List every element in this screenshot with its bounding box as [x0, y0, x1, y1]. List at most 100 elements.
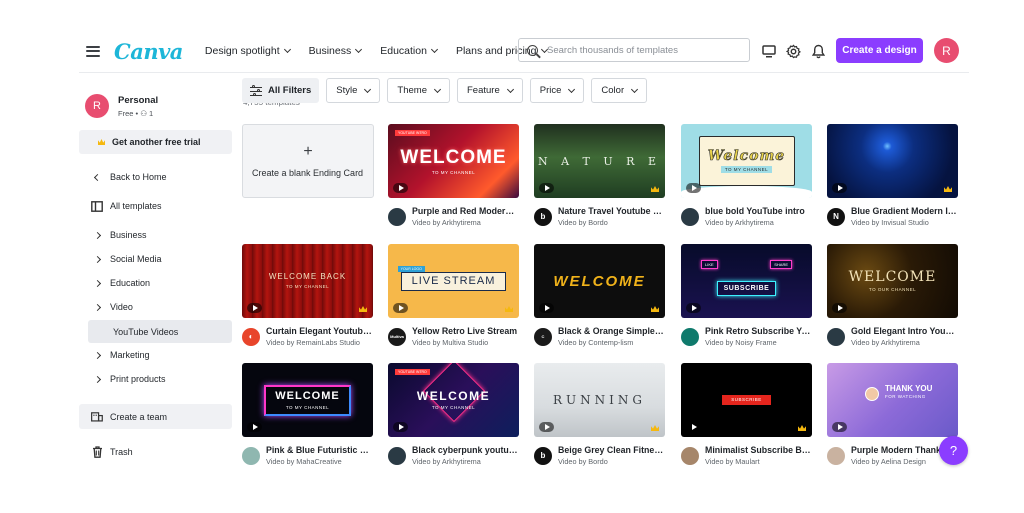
filter-price[interactable]: Price: [529, 78, 585, 103]
pro-crown-icon: [651, 425, 659, 431]
template-title: Purple and Red Modern Welcome: [412, 206, 518, 216]
template-author: Video by Maulart: [705, 457, 760, 466]
template-card[interactable]: RUNNING b Beige Grey Clean Fitness Intro V…: [534, 363, 666, 466]
thumbnail-text: SUBSCRIBE: [723, 284, 770, 292]
search-box[interactable]: [518, 38, 750, 62]
notification-bell-icon[interactable]: [810, 43, 826, 59]
template-author: Video by Noisy Frame: [705, 338, 777, 347]
thumbnail-text: N A T U R E: [538, 154, 661, 168]
creator-avatar: [388, 207, 406, 226]
template-title: Yellow Retro Live Stream: [412, 326, 518, 336]
template-author: Video by Invisual Studio: [851, 218, 929, 227]
template-card[interactable]: N A T U R E b Nature Travel Youtube Intro…: [534, 124, 666, 227]
blank-card-label: Create a blank Ending Card: [252, 168, 364, 178]
template-card[interactable]: WELCOME C Black & Orange Simple Welcome Vi…: [534, 244, 666, 347]
template-title: Nature Travel Youtube Intro: [558, 206, 664, 216]
thumbnail-tag: YOUR LOGO: [397, 265, 425, 272]
play-icon: [247, 422, 262, 432]
filter-label: Price: [539, 85, 562, 96]
templates-icon: [91, 200, 103, 212]
sidebar-item-youtube-videos[interactable]: YouTube Videos: [88, 320, 232, 343]
all-filters-button[interactable]: All Filters: [242, 78, 320, 103]
all-templates-label: All templates: [110, 201, 162, 211]
play-icon: [832, 303, 847, 313]
chevron-down-icon: [631, 85, 639, 93]
pro-crown-icon: [359, 306, 367, 312]
template-card[interactable]: LIKE SHARE SUBSCRIBE Pink Retro Subscrib…: [681, 244, 813, 347]
thumbnail-subtext: TO OUR CHANNEL: [868, 287, 917, 292]
thumbnail-text: WELCOME BACK: [268, 272, 347, 281]
template-card[interactable]: N Blue Gradient Modern Intro Video by Invi…: [827, 124, 959, 227]
team-icon: [91, 411, 103, 422]
crown-icon: [98, 139, 105, 145]
create-design-button[interactable]: Create a design: [836, 38, 923, 63]
canva-logo[interactable]: Canva: [114, 39, 183, 64]
template-card[interactable]: YOUR LOGO LIVE STREAM Multiva Yellow Retr…: [388, 244, 520, 347]
sidebar-item-business[interactable]: Business: [79, 224, 232, 246]
pro-crown-icon: [798, 425, 806, 431]
pro-crown-icon: [651, 186, 659, 192]
create-blank-card[interactable]: + Create a blank Ending Card: [242, 124, 374, 198]
nav-education[interactable]: Education: [380, 45, 438, 57]
thumbnail-tag: YOUTUBE INTRO: [395, 369, 430, 375]
help-button[interactable]: ?: [939, 436, 968, 465]
filter-style[interactable]: Style: [326, 78, 381, 103]
template-author: Video by Arkhytirema: [705, 218, 774, 227]
main-nav: Design spotlight Business Education Plan…: [205, 45, 566, 57]
thumbnail-text: WELCOME: [275, 389, 340, 402]
sidebar-item-marketing[interactable]: Marketing: [79, 344, 232, 366]
create-team-button[interactable]: Create a team: [79, 404, 232, 429]
top-navigation-bar: Canva Design spotlight Business Educatio…: [79, 32, 969, 70]
nav-business[interactable]: Business: [308, 45, 363, 57]
template-card[interactable]: YOUTUBE INTRO WELCOME TO MY CHANNEL Blac…: [388, 363, 520, 466]
play-icon: [686, 303, 701, 313]
back-label: Back to Home: [110, 172, 167, 182]
template-card[interactable]: WELCOME TO MY CHANNEL Pink & Blue Futuri…: [242, 363, 374, 466]
creator-avatar: b: [534, 207, 552, 226]
chevron-right-icon: [91, 351, 103, 359]
creator-avatar: Multiva: [388, 327, 406, 346]
desktop-app-icon[interactable]: [761, 43, 777, 59]
filter-theme[interactable]: Theme: [387, 78, 450, 103]
search-icon: [527, 44, 538, 56]
settings-gear-icon[interactable]: [785, 43, 801, 59]
sidebar-item-education[interactable]: Education: [79, 272, 232, 294]
template-card[interactable]: YOUTUBE INTRO WELCOME TO MY CHANNEL Purp…: [388, 124, 520, 227]
template-title: Pink Retro Subscribe Youtube: [705, 326, 811, 336]
back-to-home-link[interactable]: Back to Home: [79, 166, 232, 188]
template-card[interactable]: Welcome TO MY CHANNEL blue bold YouTube …: [681, 124, 813, 227]
filter-feature[interactable]: Feature: [457, 78, 523, 103]
chevron-right-icon: [91, 255, 103, 263]
menu-icon[interactable]: [86, 45, 100, 57]
thumbnail-text: WELCOME: [400, 146, 507, 168]
chevron-down-icon: [430, 45, 438, 54]
nav-label: Business: [308, 45, 352, 57]
template-thumbnail: WELCOME TO MY CHANNEL: [242, 363, 373, 437]
thumbnail-text: RUNNING: [553, 393, 646, 407]
thumbnail-subtext: LIKE: [701, 260, 718, 269]
filter-color[interactable]: Color: [591, 78, 648, 103]
free-trial-button[interactable]: Get another free trial: [79, 130, 232, 154]
user-avatar[interactable]: R: [934, 38, 959, 63]
sidebar-item-all-templates[interactable]: All templates: [79, 195, 232, 217]
profile-switcher[interactable]: R Personal Free • ⚇ 1: [85, 94, 158, 118]
creator-avatar: [242, 446, 260, 465]
profile-plan: Free • ⚇ 1: [118, 108, 154, 118]
template-title: blue bold YouTube intro: [705, 206, 805, 216]
template-card[interactable]: SUBSCRIBE Minimalist Subscribe Button Vid…: [681, 363, 813, 466]
thumbnail-subtext: FOR WATCHING: [885, 394, 926, 399]
template-thumbnail: YOUTUBE INTRO WELCOME TO MY CHANNEL: [388, 363, 519, 437]
sidebar-item-social-media[interactable]: Social Media: [79, 248, 232, 270]
template-title: Blue Gradient Modern Intro: [851, 206, 957, 216]
sidebar-item-trash[interactable]: Trash: [79, 441, 232, 463]
chevron-down-icon: [433, 85, 442, 93]
sidebar-item-video[interactable]: Video: [79, 296, 232, 318]
trash-icon: [91, 446, 103, 458]
search-input[interactable]: [547, 44, 747, 56]
template-card[interactable]: WELCOME BACK TO MY CHANNEL ◐ Curtain Eleg…: [242, 244, 374, 347]
sidebar-item-print-products[interactable]: Print products: [79, 368, 232, 390]
profile-avatar: R: [85, 94, 109, 118]
play-icon: [247, 303, 262, 313]
template-card[interactable]: WELCOME TO OUR CHANNEL Gold Elegant Intr…: [827, 244, 959, 347]
nav-design-spotlight[interactable]: Design spotlight: [205, 45, 291, 57]
